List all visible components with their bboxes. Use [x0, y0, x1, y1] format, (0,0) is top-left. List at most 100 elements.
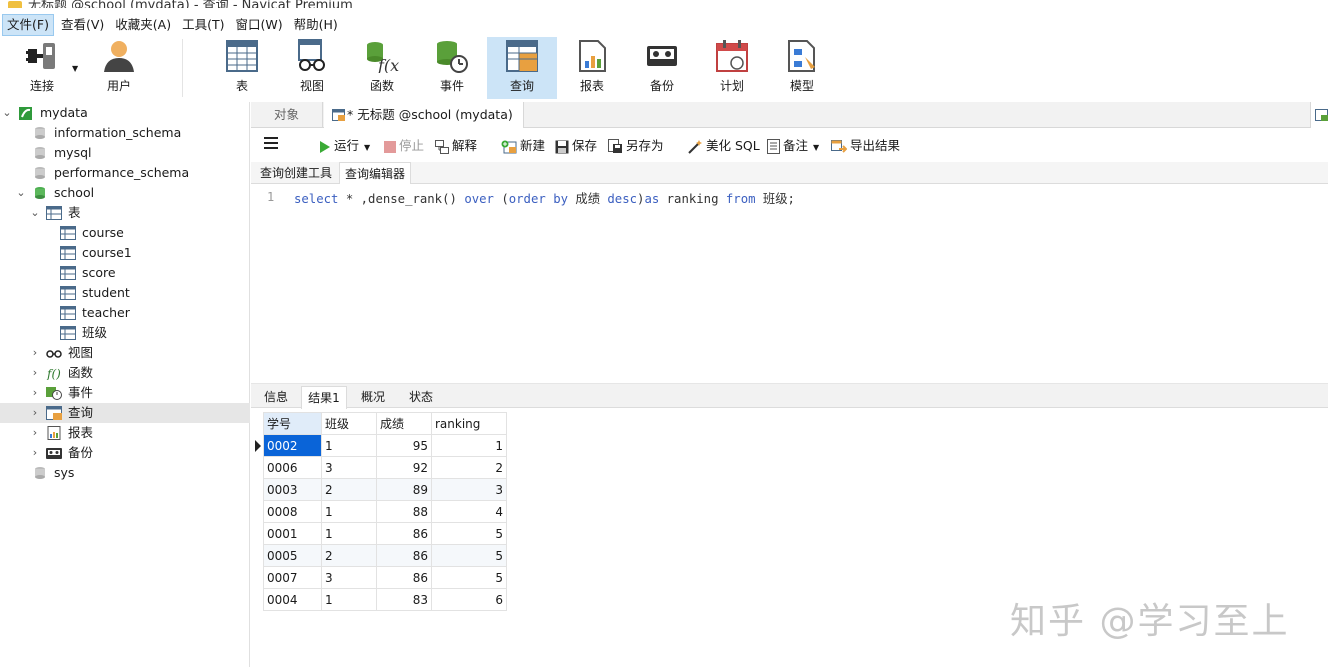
view-button[interactable]: 视图	[277, 37, 347, 99]
cell-score[interactable]: 89	[376, 478, 432, 501]
run-dropdown-icon[interactable]: ▼	[364, 143, 370, 152]
comment-button[interactable]: 备注 ▼	[767, 136, 819, 156]
cell-score[interactable]: 95	[376, 434, 432, 457]
cell-class[interactable]: 3	[321, 456, 377, 479]
explain-button[interactable]: 解释	[435, 136, 477, 156]
tree-node-tables[interactable]: ⌄ 表	[0, 203, 250, 223]
tree-node-backups[interactable]: › 备份	[0, 443, 250, 463]
new-query-button[interactable]: 新建	[501, 136, 545, 156]
column-header[interactable]: 班级	[321, 412, 377, 435]
menu-favorites[interactable]: 收藏夹(A)	[111, 14, 175, 36]
chevron-down-icon[interactable]: ⌄	[16, 183, 26, 203]
cell-score[interactable]: 83	[376, 588, 432, 611]
table-row[interactable]: 0006 3 92 2	[263, 456, 507, 479]
export-result-button[interactable]: 导出结果	[831, 136, 900, 156]
connect-dropdown-icon[interactable]: ▼	[72, 64, 78, 73]
cell-class[interactable]: 1	[321, 500, 377, 523]
tree-node-table-course1[interactable]: course1	[0, 243, 250, 263]
column-header[interactable]: 成绩	[376, 412, 432, 435]
tab-info[interactable]: 信息	[255, 386, 297, 409]
cell-id[interactable]: 0003	[263, 478, 322, 501]
tree-node-mysql[interactable]: mysql	[0, 143, 250, 163]
report-button[interactable]: 报表	[557, 37, 627, 99]
tab-overflow[interactable]	[1310, 102, 1328, 128]
tab-query-editor[interactable]: 查询编辑器	[339, 162, 412, 184]
tree-node-table-teacher[interactable]: teacher	[0, 303, 250, 323]
chevron-down-icon[interactable]: ⌄	[30, 203, 40, 223]
tree-node-information-schema[interactable]: information_schema	[0, 123, 250, 143]
menu-window[interactable]: 窗口(W)	[231, 14, 286, 36]
cell-id[interactable]: 0007	[263, 566, 322, 589]
cell-class[interactable]: 1	[321, 434, 377, 457]
cell-id[interactable]: 0006	[263, 456, 322, 479]
cell-class[interactable]: 1	[321, 522, 377, 545]
table-row[interactable]: 0001 1 86 5	[263, 522, 507, 545]
tab-query-builder[interactable]: 查询创建工具	[255, 162, 337, 184]
cell-score[interactable]: 86	[376, 522, 432, 545]
column-header[interactable]: ranking	[431, 412, 507, 435]
cell-id[interactable]: 0005	[263, 544, 322, 567]
tab-objects[interactable]: 对象	[251, 102, 323, 128]
cell-class[interactable]: 1	[321, 588, 377, 611]
tree-node-performance-schema[interactable]: performance_schema	[0, 163, 250, 183]
query-button[interactable]: 查询	[487, 37, 557, 99]
tree-node-table-class[interactable]: 班级	[0, 323, 250, 343]
cell-ranking[interactable]: 3	[431, 478, 507, 501]
cell-ranking[interactable]: 6	[431, 588, 507, 611]
chevron-right-icon[interactable]: ›	[30, 423, 40, 443]
tree-node-queries[interactable]: › 查询	[0, 403, 250, 423]
cell-score[interactable]: 88	[376, 500, 432, 523]
sql-editor[interactable]: 1 select * ,dense_rank() over (order by …	[251, 185, 1328, 381]
chevron-right-icon[interactable]: ›	[30, 443, 40, 463]
model-button[interactable]: 模型	[767, 37, 837, 99]
tree-node-table-course[interactable]: course	[0, 223, 250, 243]
tree-node-school[interactable]: ⌄ school	[0, 183, 250, 203]
cell-ranking[interactable]: 4	[431, 500, 507, 523]
menu-tools[interactable]: 工具(T)	[178, 14, 228, 36]
cell-class[interactable]: 2	[321, 544, 377, 567]
tree-node-sys[interactable]: sys	[0, 463, 250, 483]
tree-node-views[interactable]: › 视图	[0, 343, 250, 363]
cell-ranking[interactable]: 5	[431, 522, 507, 545]
cell-id[interactable]: 0002	[263, 434, 322, 457]
tree-node-reports[interactable]: › 报表	[0, 423, 250, 443]
table-row[interactable]: 0004 1 83 6	[263, 588, 507, 611]
cell-score[interactable]: 86	[376, 566, 432, 589]
user-button[interactable]: 用户	[84, 37, 154, 99]
cell-id[interactable]: 0004	[263, 588, 322, 611]
function-button[interactable]: f(x) 函数	[347, 37, 417, 99]
chevron-right-icon[interactable]: ›	[30, 403, 40, 423]
chevron-right-icon[interactable]: ›	[30, 343, 40, 363]
tree-node-table-student[interactable]: student	[0, 283, 250, 303]
table-row[interactable]: 0005 2 86 5	[263, 544, 507, 567]
tab-query[interactable]: * 无标题 @school (mydata) -...	[324, 102, 524, 148]
menu-file[interactable]: 文件(F)	[2, 14, 54, 36]
cell-ranking[interactable]: 2	[431, 456, 507, 479]
backup-button[interactable]: 备份	[627, 37, 697, 99]
event-button[interactable]: 事件	[417, 37, 487, 99]
tab-profile[interactable]: 概况	[351, 386, 395, 409]
connect-button[interactable]: 连接 ▼	[0, 37, 84, 99]
cell-ranking[interactable]: 5	[431, 544, 507, 567]
chevron-down-icon[interactable]: ⌄	[2, 103, 12, 123]
menu-help[interactable]: 帮助(H)	[290, 14, 342, 36]
tree-node-mydata[interactable]: ⌄ mydata	[0, 103, 250, 123]
cell-class[interactable]: 3	[321, 566, 377, 589]
chevron-right-icon[interactable]: ›	[30, 383, 40, 403]
hamburger-menu-button[interactable]	[263, 136, 279, 156]
tree-node-events[interactable]: › 事件	[0, 383, 250, 403]
cell-score[interactable]: 92	[376, 456, 432, 479]
tree-node-table-score[interactable]: score	[0, 263, 250, 283]
save-button[interactable]: 保存	[555, 136, 597, 156]
column-header[interactable]: 学号	[263, 412, 322, 435]
cell-class[interactable]: 2	[321, 478, 377, 501]
cell-score[interactable]: 86	[376, 544, 432, 567]
beautify-sql-button[interactable]: 美化 SQL	[687, 136, 760, 156]
cell-id[interactable]: 0008	[263, 500, 322, 523]
save-as-button[interactable]: 另存为	[608, 136, 664, 156]
table-button[interactable]: 表	[207, 37, 277, 99]
run-button[interactable]: 运行 ▼	[319, 136, 370, 156]
table-row[interactable]: 0002 1 95 1	[263, 434, 507, 457]
cell-ranking[interactable]: 1	[431, 434, 507, 457]
table-row[interactable]: 0008 1 88 4	[263, 500, 507, 523]
